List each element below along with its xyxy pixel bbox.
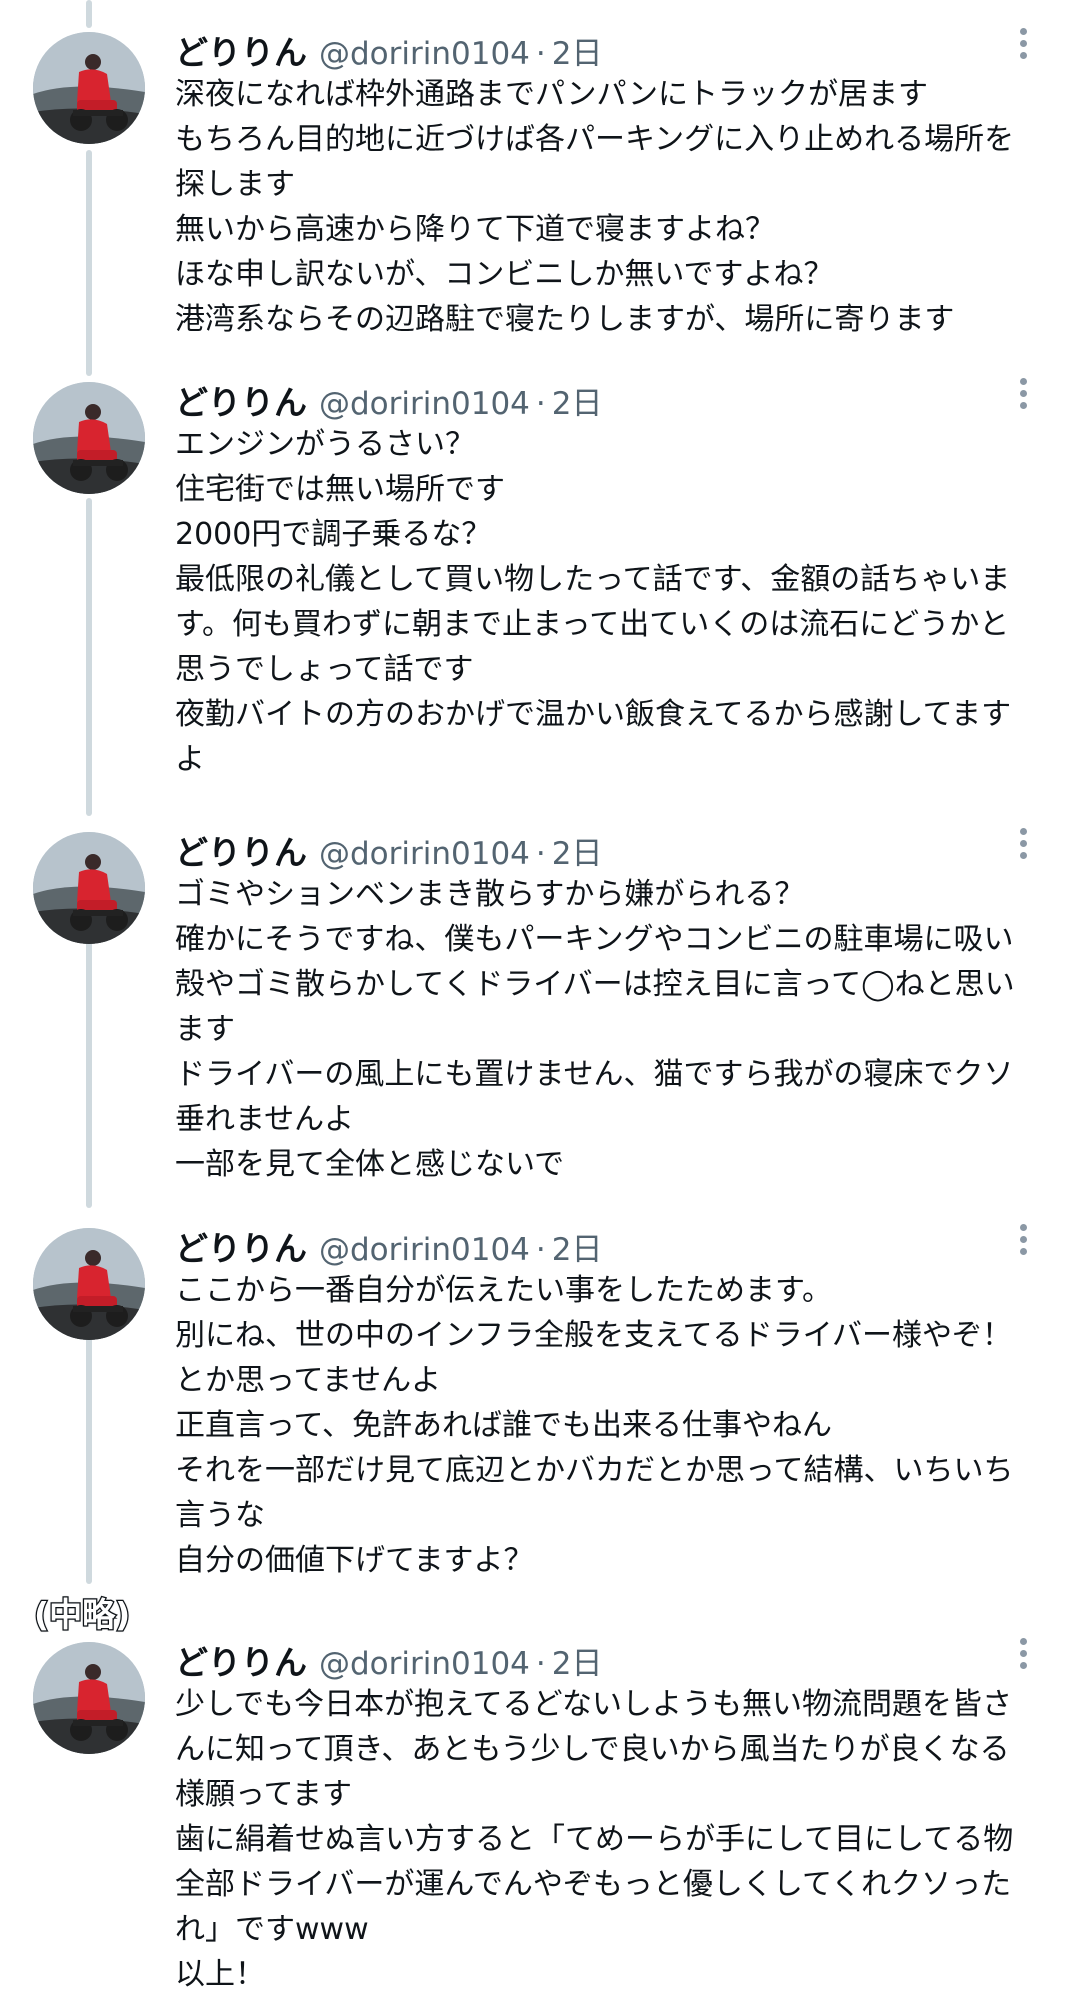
more-options-icon[interactable]	[1004, 824, 1040, 868]
tweet-text-line: 港湾系ならその辺路駐で寝たりしますが、場所に寄ります	[175, 302, 955, 337]
separator-dot: ·	[535, 1646, 546, 1682]
separator-dot: ·	[535, 1232, 546, 1268]
tweet-header: どりりん @doririn0104 · 2日	[175, 376, 603, 423]
avatar-image	[33, 1642, 145, 1754]
omitted-label: (中略)	[33, 1594, 132, 1636]
tweet-header: どりりん @doririn0104 · 2日	[175, 26, 603, 73]
tweet-text-line: エンジンがうるさい？	[175, 427, 475, 462]
tweet-text-line: 深夜になれば枠外通路までパンパンにトラックが居ます	[175, 77, 928, 112]
tweet-text-line: 一部を見て全体と感じないで	[175, 1147, 565, 1182]
tweet-text-line: れ」ですwww	[175, 1912, 369, 1947]
tweet-text-line: ここから一番自分が伝えたい事をしたためます。	[175, 1273, 832, 1308]
tweet-text: ゴミやションベンまき散らすから嫌がられる？ 確かにそうですね、僕もパーキングやコ…	[175, 872, 1055, 1187]
username-handle[interactable]: @doririn0104	[319, 36, 530, 72]
tweet-text-line: ます	[175, 1012, 235, 1047]
tweet-text-line: 別にね、世の中のインフラ全般を支えてるドライバー様やぞ！	[175, 1318, 1012, 1353]
separator-dot: ·	[535, 836, 546, 872]
timestamp[interactable]: 2日	[552, 1638, 603, 1683]
tweet[interactable]: どりりん @doririn0104 · 2日 エンジンがうるさい？ 住宅街では無…	[0, 370, 1080, 790]
tweet-text-line: それを一部だけ見て底辺とかバカだとか思って結構、いちいち	[175, 1453, 1014, 1488]
tweet-text-line: 探します	[175, 167, 295, 202]
tweet[interactable]: どりりん @doririn0104 · 2日 深夜になれば枠外通路までパンパンに…	[0, 0, 1080, 360]
more-options-icon[interactable]	[1004, 374, 1040, 418]
tweet-text-line: 最低限の礼儀として買い物したって話です、金額の話ちゃいま	[175, 562, 1011, 597]
tweet[interactable]: どりりん @doririn0104 · 2日 ゴミやションベンまき散らすから嫌が…	[0, 820, 1080, 1190]
avatar[interactable]	[33, 1642, 145, 1754]
tweet-text-line: 様願ってます	[175, 1777, 352, 1812]
tweet-text-line: 少しでも今日本が抱えてるどないしようも無い物流問題を皆さ	[175, 1687, 1012, 1722]
tweet-text-line: とか思ってませんよ	[175, 1363, 442, 1398]
more-options-icon[interactable]	[1004, 1634, 1040, 1678]
separator-dot: ·	[535, 386, 546, 422]
tweet-header: どりりん @doririn0104 · 2日	[175, 1222, 603, 1269]
avatar[interactable]	[33, 382, 145, 494]
avatar-image	[33, 832, 145, 944]
tweet-text-line: 殻やゴミ散らかしてくドライバーは控え目に言って◯ねと思い	[175, 967, 1015, 1002]
tweet-text-line: 確かにそうですね、僕もパーキングやコンビニの駐車場に吸い	[175, 922, 1014, 957]
timestamp[interactable]: 2日	[552, 828, 603, 873]
display-name[interactable]: どりりん	[175, 1222, 307, 1270]
tweet-text-line: す。何も買わずに朝まで止まって出ていくのは流石にどうかと	[175, 607, 1010, 642]
more-options-icon[interactable]	[1004, 24, 1040, 68]
display-name[interactable]: どりりん	[175, 26, 307, 74]
username-handle[interactable]: @doririn0104	[319, 386, 530, 422]
tweet-text-line: 言うな	[175, 1498, 265, 1533]
tweet-text-line: 無いから高速から降りて下道で寝ますよね？	[175, 212, 775, 247]
tweet-text-line: 自分の価値下げてますよ？	[175, 1543, 534, 1578]
avatar[interactable]	[33, 32, 145, 144]
tweet-text-line: ほな申し訳ないが、コンビニしか無いですよね？	[175, 257, 834, 292]
display-name[interactable]: どりりん	[175, 1636, 307, 1684]
display-name[interactable]: どりりん	[175, 376, 307, 424]
tweet-text-line: 垂れませんよ	[175, 1102, 355, 1137]
tweet-text-line: よ	[175, 742, 205, 777]
tweet-text: 少しでも今日本が抱えてるどないしようも無い物流問題を皆さ んに知って頂き、あとも…	[175, 1682, 1055, 1997]
tweet-text-line: ドライバーの風上にも置けません、猫ですら我がの寝床でクソ	[175, 1057, 1014, 1092]
separator-dot: ·	[535, 36, 546, 72]
timestamp[interactable]: 2日	[552, 1224, 603, 1269]
tweet-header: どりりん @doririn0104 · 2日	[175, 1636, 603, 1683]
tweet-text-line: ゴミやションベンまき散らすから嫌がられる？	[175, 877, 805, 912]
more-options-icon[interactable]	[1004, 1220, 1040, 1264]
tweet[interactable]: どりりん @doririn0104 · 2日 ここから一番自分が伝えたい事をした…	[0, 1216, 1080, 1586]
tweet-text: ここから一番自分が伝えたい事をしたためます。 別にね、世の中のインフラ全般を支え…	[175, 1268, 1055, 1583]
tweet-text-line: 以上！	[175, 1957, 265, 1992]
avatar[interactable]	[33, 1228, 145, 1340]
tweet-text: エンジンがうるさい？ 住宅街では無い場所です 2000円で調子乗るな？ 最低限の…	[175, 422, 1055, 782]
tweet-header: どりりん @doririn0104 · 2日	[175, 826, 603, 873]
tweet-text-line: 全部ドライバーが運んでんやぞもっと優しくしてくれクソった	[175, 1867, 1012, 1902]
tweet-text: 深夜になれば枠外通路までパンパンにトラックが居ます もちろん目的地に近づけば各パ…	[175, 72, 1055, 342]
tweet-text-line: んに知って頂き、あともう少しで良いから風当たりが良くなる	[175, 1732, 1010, 1767]
username-handle[interactable]: @doririn0104	[319, 836, 530, 872]
tweet-text-line: もちろん目的地に近づけば各パーキングに入り止めれる場所を	[175, 122, 1015, 157]
tweet-text-line: 2000円で調子乗るな？	[175, 517, 492, 552]
tweet-text-line: 歯に絹着せぬ言い方すると「てめーらが手にして目にしてる物	[175, 1822, 1014, 1857]
tweet-text-line: 住宅街では無い場所です	[175, 472, 505, 507]
timestamp[interactable]: 2日	[552, 378, 603, 423]
tweet[interactable]: どりりん @doririn0104 · 2日 少しでも今日本が抱えてるどないしよ…	[0, 1630, 1080, 2009]
username-handle[interactable]: @doririn0104	[319, 1232, 530, 1268]
tweet-text-line: 正直言って、免許あれば誰でも出来る仕事やねん	[175, 1408, 832, 1443]
tweet-text-line: 思うでしょって話です	[175, 652, 474, 687]
username-handle[interactable]: @doririn0104	[319, 1646, 530, 1682]
avatar-image	[33, 32, 145, 144]
tweet-text-line: 夜勤バイトの方のおかげで温かい飯食えてるから感謝してます	[175, 697, 1012, 732]
avatar-image	[33, 1228, 145, 1340]
timestamp[interactable]: 2日	[552, 28, 603, 73]
avatar-image	[33, 382, 145, 494]
avatar[interactable]	[33, 832, 145, 944]
display-name[interactable]: どりりん	[175, 826, 307, 874]
